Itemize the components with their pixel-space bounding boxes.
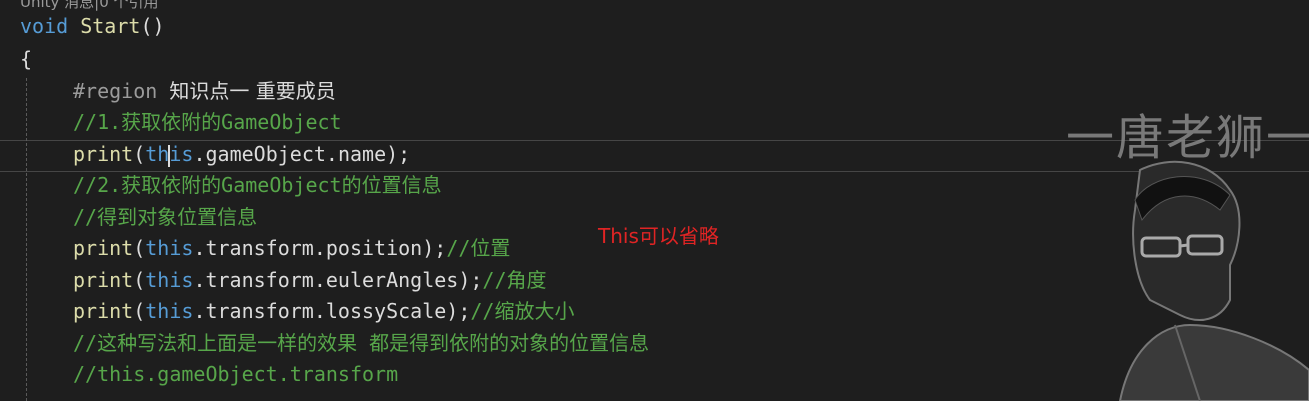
token-region-directive: #region bbox=[73, 79, 158, 103]
code-line-11[interactable]: //这种写法和上面是一样的效果 都是得到依附的对象的位置信息 bbox=[73, 328, 649, 359]
code-line-4[interactable]: //1.获取依附的GameObject bbox=[73, 107, 342, 138]
code-line-3[interactable]: #region 知识点一 重要成员 bbox=[73, 76, 336, 107]
code-line-7[interactable]: //得到对象位置信息 bbox=[73, 202, 257, 233]
token-member-access: .transform.lossyScale); bbox=[193, 299, 471, 323]
token-method-name: print bbox=[73, 142, 134, 166]
token-region-label: 知识点一 重要成员 bbox=[169, 79, 336, 103]
token-comment: //位置 bbox=[446, 236, 511, 260]
token-comment: //2.获取依附的GameObject的位置信息 bbox=[73, 173, 442, 197]
token-comment: //this.gameObject.transform bbox=[73, 362, 399, 386]
token-keyword: this bbox=[145, 299, 194, 323]
token-comment: //1.获取依附的GameObject bbox=[73, 110, 342, 134]
token-method-name: Start bbox=[80, 14, 141, 38]
token-comment: //得到对象位置信息 bbox=[73, 205, 258, 229]
red-annotation: This可以省略 bbox=[598, 224, 719, 248]
token-punctuation: ( bbox=[133, 268, 146, 292]
token-member-access: .transform.position); bbox=[193, 236, 447, 260]
code-line-6[interactable]: //2.获取依附的GameObject的位置信息 bbox=[73, 170, 442, 201]
token-keyword: void bbox=[20, 14, 69, 38]
token-keyword: this bbox=[145, 236, 194, 260]
code-line-9[interactable]: print(this.transform.eulerAngles);//角度 bbox=[73, 265, 547, 296]
indent-guide bbox=[26, 78, 27, 401]
token-member-access: .transform.eulerAngles); bbox=[193, 268, 483, 292]
token-brace: { bbox=[20, 47, 33, 71]
code-line-10[interactable]: print(this.transform.lossyScale);//缩放大小 bbox=[73, 296, 574, 327]
token-method-name: print bbox=[73, 268, 134, 292]
code-line-1[interactable]: void Start() bbox=[20, 11, 165, 42]
token-comment: //缩放大小 bbox=[470, 299, 575, 323]
token-keyword: this bbox=[145, 268, 194, 292]
presenter-avatar-illustration bbox=[1118, 160, 1309, 401]
token-punctuation: ( bbox=[133, 142, 146, 166]
token-punctuation: () bbox=[140, 14, 165, 38]
token-comment: //角度 bbox=[482, 268, 547, 292]
code-line-8[interactable]: print(this.transform.position);//位置 bbox=[73, 233, 510, 264]
token-member-access: .gameObject.name); bbox=[193, 142, 411, 166]
token-punctuation: ( bbox=[133, 299, 146, 323]
token-method-name: print bbox=[73, 299, 134, 323]
token-keyword: th bbox=[145, 142, 170, 166]
token-keyword: is bbox=[169, 142, 194, 166]
token-comment: //这种写法和上面是一样的效果 都是得到依附的对象的位置信息 bbox=[73, 331, 650, 355]
code-line-12[interactable]: //this.gameObject.transform bbox=[73, 359, 398, 390]
token-method-name: print bbox=[73, 236, 134, 260]
token-punctuation: ( bbox=[133, 236, 146, 260]
code-line-2[interactable]: { bbox=[20, 44, 32, 75]
code-line-5[interactable]: print(this.gameObject.name); bbox=[73, 139, 410, 170]
